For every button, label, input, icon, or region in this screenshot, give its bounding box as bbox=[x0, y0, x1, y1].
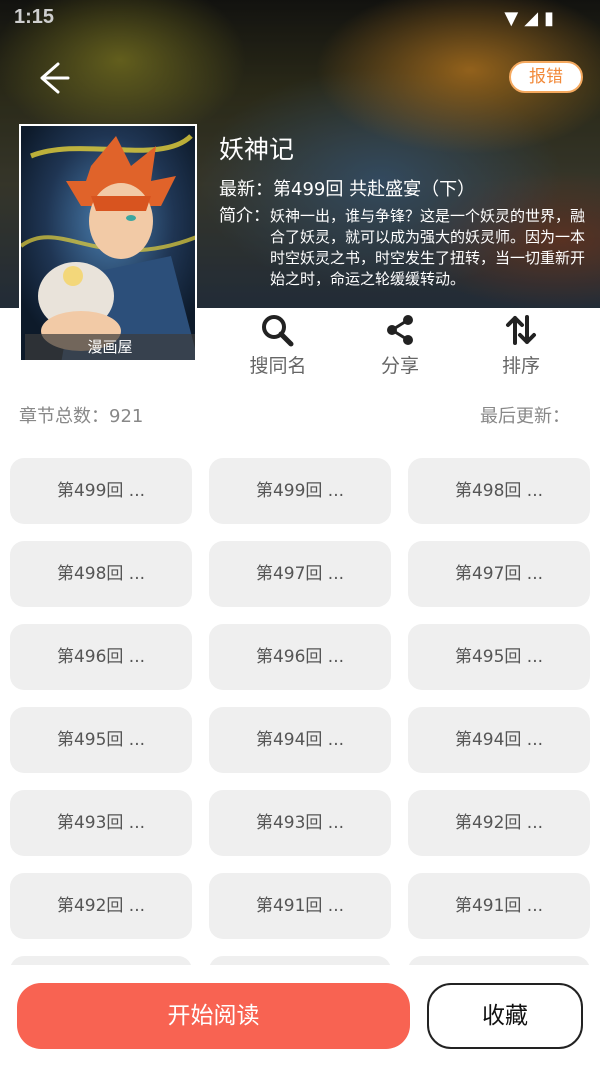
back-button[interactable] bbox=[32, 58, 76, 98]
chapter-item[interactable]: 第494回 ... bbox=[408, 707, 590, 773]
chapter-item[interactable]: 第498回 ... bbox=[408, 458, 590, 524]
chapter-item[interactable] bbox=[10, 956, 192, 965]
chapter-list[interactable]: 第499回 ... 第499回 ... 第498回 ... 第498回 ... 第497… bbox=[0, 458, 600, 965]
start-reading-button[interactable]: 开始阅读 bbox=[17, 983, 410, 1049]
chapter-item[interactable]: 第497回 ... bbox=[408, 541, 590, 607]
last-update: 最后更新： bbox=[480, 406, 570, 427]
intro-label: 简介： bbox=[219, 206, 270, 226]
sort-button[interactable]: 排序 bbox=[481, 313, 561, 378]
chapter-item[interactable] bbox=[408, 956, 590, 965]
chapter-item[interactable]: 第492回 ... bbox=[408, 790, 590, 856]
favorite-button[interactable]: 收藏 bbox=[427, 983, 583, 1049]
chapter-item[interactable]: 第495回 ... bbox=[10, 707, 192, 773]
chapter-item[interactable]: 第496回 ... bbox=[10, 624, 192, 690]
chapter-item[interactable]: 第496回 ... bbox=[209, 624, 391, 690]
latest-chapter[interactable]: 最新：第499回 共赴盛宴（下） bbox=[219, 175, 475, 201]
chapter-item[interactable]: 第497回 ... bbox=[209, 541, 391, 607]
search-same-name-button[interactable]: 搜同名 bbox=[238, 313, 318, 378]
signal-icon: ◢ bbox=[524, 8, 545, 29]
share-button[interactable]: 分享 bbox=[360, 313, 440, 378]
chapter-item[interactable]: 第491回 ... bbox=[209, 873, 391, 939]
comic-cover[interactable]: 漫画屋 bbox=[19, 124, 197, 362]
share-icon bbox=[387, 315, 413, 345]
sort-icon bbox=[506, 315, 536, 345]
intro-text: 妖神一出，谁与争锋？这是一个妖灵的世界，融合了妖灵，就可以成为强大的妖灵师。因为… bbox=[270, 207, 586, 288]
chapter-item[interactable]: 第493回 ... bbox=[209, 790, 391, 856]
chapter-item[interactable]: 第498回 ... bbox=[10, 541, 192, 607]
cover-image bbox=[21, 126, 195, 360]
chapter-item[interactable]: 第495回 ... bbox=[408, 624, 590, 690]
bottom-bar: 开始阅读 收藏 bbox=[0, 966, 600, 1066]
comic-title: 妖神记 bbox=[219, 135, 295, 164]
chapter-item[interactable]: 第491回 ... bbox=[408, 873, 590, 939]
cover-source-label: 漫画屋 bbox=[25, 334, 195, 360]
intro: 简介： 妖神一出，谁与争锋？这是一个妖灵的世界，融合了妖灵，就可以成为强大的妖灵… bbox=[219, 206, 589, 290]
chapter-item[interactable]: 第492回 ... bbox=[10, 873, 192, 939]
search-same-name-label: 搜同名 bbox=[249, 355, 307, 377]
battery-icon: ▮ bbox=[544, 8, 560, 29]
share-label: 分享 bbox=[380, 355, 419, 377]
chapter-item[interactable] bbox=[209, 956, 391, 965]
search-icon bbox=[262, 315, 294, 347]
status-time: 1:15 bbox=[14, 6, 55, 28]
chapter-count: 章节总数：921 bbox=[19, 406, 144, 427]
arrow-left-icon bbox=[40, 62, 70, 94]
chapter-item[interactable]: 第499回 ... bbox=[209, 458, 391, 524]
chapter-item[interactable]: 第499回 ... bbox=[10, 458, 192, 524]
sort-label: 排序 bbox=[501, 355, 540, 377]
chapter-item[interactable]: 第494回 ... bbox=[209, 707, 391, 773]
report-error-button[interactable]: 报错 bbox=[509, 61, 583, 93]
status-icons: ▼◢▮ bbox=[504, 8, 560, 29]
status-bar: 1:15 ▼◢▮ bbox=[0, 0, 600, 38]
wifi-icon: ▼ bbox=[504, 8, 525, 29]
chapter-item[interactable]: 第493回 ... bbox=[10, 790, 192, 856]
